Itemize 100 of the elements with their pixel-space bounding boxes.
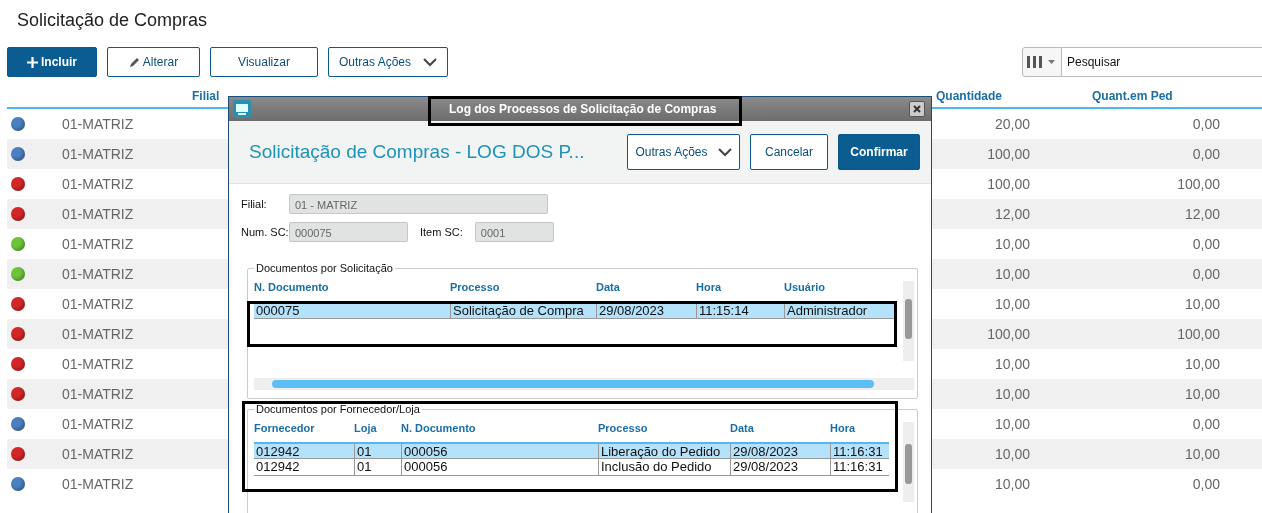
toolbar-button[interactable]: Visualizar — [210, 47, 318, 77]
table-cell: 01-MATRIZ — [62, 236, 134, 252]
column-header[interactable]: Hora — [696, 281, 784, 295]
table-cell: 01-MATRIZ — [62, 356, 134, 372]
dialog-button[interactable]: Cancelar — [750, 134, 828, 170]
table-cell: 10,00 — [1184, 446, 1220, 462]
chevron-down-icon — [423, 57, 437, 67]
close-icon — [913, 105, 921, 113]
column-header[interactable]: Data — [596, 281, 696, 295]
column-header[interactable]: Processo — [450, 281, 596, 295]
actions-dropdown[interactable]: Outras Ações — [627, 134, 740, 170]
table-cell: Administrador — [784, 303, 895, 318]
table-row[interactable]: 012942 01 000056 Liberação do Pedido 29/08/2023 11:16:31 — [254, 442, 889, 459]
table-cell: 11:15:14 — [696, 303, 784, 318]
table-cell-text: 000075 — [255, 303, 301, 318]
table-cell: 01-MATRIZ — [62, 176, 134, 192]
column-header[interactable]: Loja — [354, 422, 401, 436]
table-cell: 01-MATRIZ — [62, 446, 134, 462]
table-cell: 01-MATRIZ — [62, 296, 134, 312]
table-cell: 0,00 — [1192, 416, 1220, 432]
table-cell: 10,00 — [994, 236, 1030, 252]
actions-dropdown[interactable]: Outras Ações — [328, 47, 448, 77]
table-cell: 29/08/2023 — [730, 459, 830, 475]
input-field[interactable]: 000075 — [289, 222, 408, 242]
window-title: Log dos Processos de Solicitação de Compras — [449, 102, 717, 116]
table-cell: 29/08/2023 — [596, 303, 696, 318]
table-cell-text: 012942 — [255, 459, 301, 475]
table-cell: 10,00 — [1184, 386, 1220, 402]
table-row[interactable]: 012942 01 000056 Inclusão do Pedido 29/08/2023 11:16:31 — [254, 459, 889, 476]
table-cell: 01-MATRIZ — [62, 476, 134, 492]
dialog-button[interactable]: Confirmar — [838, 134, 920, 170]
vertical-scrollbar[interactable] — [903, 422, 914, 502]
horizontal-scrollbar[interactable] — [254, 378, 914, 390]
search-field[interactable]: Pesquisar — [1062, 47, 1262, 77]
vertical-scrollbar[interactable] — [903, 281, 914, 361]
page-title: Solicitação de Compras — [16, 9, 209, 32]
table-cell: 01-MATRIZ — [62, 266, 134, 282]
table-cell: 01 — [354, 459, 401, 475]
table-cell: Solicitação de Compra — [450, 303, 596, 318]
table-cell: 01-MATRIZ — [62, 146, 134, 162]
column-header[interactable]: Data — [730, 422, 830, 436]
table-cell: 12,00 — [994, 206, 1030, 222]
input-field[interactable]: 0001 — [474, 222, 554, 242]
table-cell: 0,00 — [1192, 146, 1220, 162]
column-header[interactable]: Hora — [830, 422, 889, 436]
column-header[interactable]: Quantidade — [936, 89, 1002, 103]
table-cell: 10,00 — [994, 476, 1030, 492]
dialog-heading: Solicitação de Compras - LOG DOS P... — [249, 141, 586, 163]
table-cell: 11:16:31 — [830, 459, 889, 475]
table-cell: 100,00 — [987, 146, 1030, 162]
toolbar-button[interactable]: Alterar — [107, 47, 200, 77]
field-label: Item SC: — [420, 226, 463, 238]
input-field[interactable]: 01 - MATRIZ — [289, 194, 548, 214]
table-cell: 10,00 — [1184, 296, 1220, 312]
table-cell: 100,00 — [987, 176, 1030, 192]
column-header[interactable]: N. Documento — [254, 281, 450, 295]
table-cell: 29/08/2023 — [730, 444, 830, 459]
table-cell: 10,00 — [994, 416, 1030, 432]
table-cell: 10,00 — [994, 296, 1030, 312]
toolbar-button[interactable]: Incluir — [7, 47, 97, 77]
table-cell: 0,00 — [1192, 476, 1220, 492]
field-label: Filial: — [241, 198, 268, 210]
monitor-icon — [233, 100, 251, 118]
pencil-icon — [128, 56, 140, 68]
column-header[interactable]: Processo — [598, 422, 730, 436]
table-cell: Liberação do Pedido — [598, 444, 730, 459]
table-cell: 10,00 — [994, 446, 1030, 462]
table-cell: 100,00 — [1177, 326, 1220, 342]
table-cell: 10,00 — [994, 266, 1030, 282]
table-cell: 12,00 — [1184, 206, 1220, 222]
column-selector-icon[interactable] — [1022, 47, 1062, 77]
column-header[interactable]: Usuário — [784, 281, 895, 295]
table-cell: 20,00 — [994, 116, 1030, 132]
table-cell: 10,00 — [994, 356, 1030, 372]
table-cell: 01-MATRIZ — [62, 416, 134, 432]
table-cell: 11:16:31 — [830, 444, 889, 459]
table-cell: 10,00 — [1184, 356, 1220, 372]
table-cell-text: 012942 — [255, 444, 301, 459]
close-button[interactable] — [909, 101, 925, 117]
field-label: Num. SC: — [241, 226, 289, 238]
table-cell: 01-MATRIZ — [62, 386, 134, 402]
group-legend: Documentos por Solicitação — [254, 262, 395, 274]
table-cell: 0,00 — [1192, 116, 1220, 132]
table-cell: 000056 — [401, 444, 598, 459]
column-header[interactable]: Fornecedor — [254, 422, 354, 436]
column-header[interactable]: Filial — [192, 89, 220, 103]
table-cell: 01-MATRIZ — [62, 326, 134, 342]
table-cell: 0,00 — [1192, 236, 1220, 252]
table-cell: 01 — [354, 444, 401, 459]
table-cell: 01-MATRIZ — [62, 206, 134, 222]
table-cell: 000056 — [401, 459, 598, 475]
chevron-down-icon — [717, 147, 732, 157]
column-header[interactable]: Quant.em Ped — [1092, 89, 1173, 103]
table-cell: 0,00 — [1192, 266, 1220, 282]
table-cell: Inclusão do Pedido — [598, 459, 730, 475]
table-cell: 100,00 — [987, 326, 1030, 342]
table-cell: 10,00 — [994, 386, 1030, 402]
plus-icon — [27, 56, 38, 68]
table-cell: 01-MATRIZ — [62, 116, 134, 132]
column-header[interactable]: N. Documento — [401, 422, 598, 436]
